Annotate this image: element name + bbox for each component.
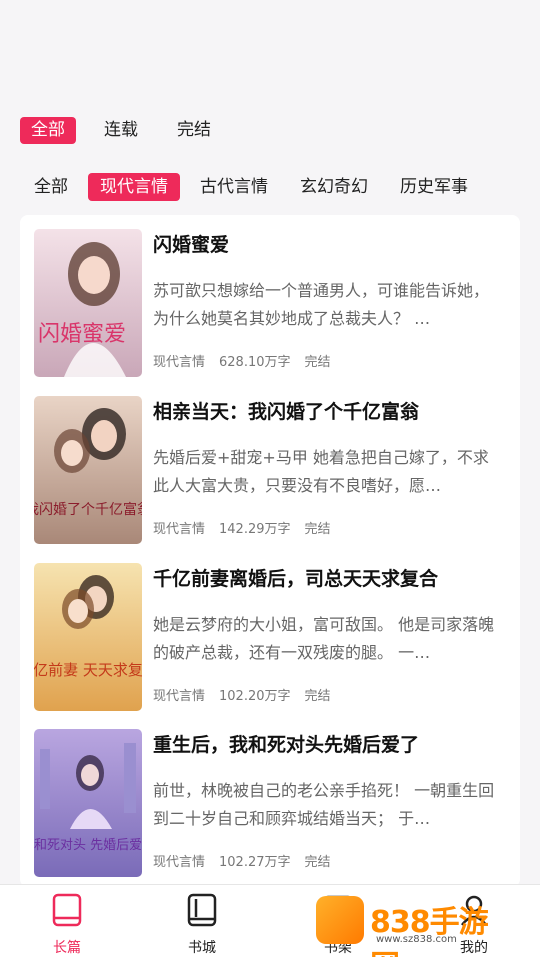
tab-label: 书城 — [188, 940, 216, 956]
book-description: 苏可歆只想嫁给一个普通男人，可谁能告诉她，为什么她莫名其妙地成了总裁夫人？ … — [153, 281, 490, 328]
book-status: 完结 — [304, 855, 331, 870]
book-description: 她是云梦府的大小姐，富可敌国。 他是司家落魄的破产总裁，还有一双残废的腿。 一… — [153, 615, 495, 662]
book-word-count: 102.20万字 — [219, 689, 291, 704]
book-word-count: 142.29万字 — [219, 522, 291, 537]
book-status: 完结 — [304, 522, 331, 537]
book-status: 完结 — [304, 689, 331, 704]
svg-text:闪婚蜜爱: 闪婚蜜爱 — [38, 322, 126, 347]
book-category: 现代言情 — [153, 355, 206, 370]
book-info: 相亲当天：我闪婚了个千亿富翁 先婚后爱+甜宠+马甲 她着急把自己嫁了，不求此人大… — [153, 396, 503, 537]
book-title[interactable]: 重生后，我和死对头先婚后爱了 — [153, 729, 503, 761]
tab-label: 长篇 — [53, 940, 81, 956]
watermark-brand: 838手游网 — [370, 905, 489, 957]
watermark-url: www.sz838.com — [376, 934, 457, 945]
book-word-count: 628.10万字 — [219, 355, 291, 370]
category-tab-ancient-romance[interactable]: 古代言情 — [188, 173, 280, 201]
status-tab-all[interactable]: 全部 — [20, 117, 76, 144]
svg-text:千亿前妻 天天求复合: 千亿前妻 天天求复合 — [34, 661, 142, 679]
book-title[interactable]: 千亿前妻离婚后，司总天天求复合 — [153, 563, 503, 595]
book-info: 千亿前妻离婚后，司总天天求复合 她是云梦府的大小姐，富可敌国。 他是司家落魄的破… — [153, 563, 503, 704]
book-description: 先婚后爱+甜宠+马甲 她着急把自己嫁了，不求此人大富大贵，只要没有不良嗜好，愿… — [153, 448, 489, 495]
book-icon — [52, 893, 82, 927]
category-tab-fantasy[interactable]: 玄幻奇幻 — [288, 173, 380, 201]
tab-novels[interactable]: 长篇 — [27, 893, 107, 957]
category-tab-modern-romance[interactable]: 现代言情 — [88, 173, 180, 201]
category-tab-history-military[interactable]: 历史军事 — [388, 173, 480, 201]
watermark-logo-icon — [316, 896, 364, 944]
book-category: 现代言情 — [153, 855, 206, 870]
page: 全部 连载 完结 全部 现代言情 古代言情 玄幻奇幻 历史军事 闪婚蜜爱 闪婚蜜… — [0, 0, 540, 957]
book-cover[interactable]: 千亿前妻 天天求复合 — [34, 563, 142, 711]
library-icon — [187, 893, 217, 927]
category-tab-all[interactable]: 全部 — [22, 173, 80, 201]
book-meta: 现代言情 102.20万字 完结 — [153, 685, 503, 704]
book-list: 闪婚蜜爱 闪婚蜜爱 苏可歆只想嫁给一个普通男人，可谁能告诉她，为什么她莫名其妙地… — [20, 215, 520, 887]
watermark: 838手游网 www.sz838.com — [316, 894, 516, 957]
status-filter: 全部 连载 完结 — [20, 117, 239, 144]
category-filter: 全部 现代言情 古代言情 玄幻奇幻 历史军事 — [22, 173, 488, 201]
book-item[interactable]: 我和死对头 先婚后爱了 重生后，我和死对头先婚后爱了 前世，林晚被自己的老公亲手… — [34, 729, 514, 879]
book-item[interactable]: 闪婚蜜爱 闪婚蜜爱 苏可歆只想嫁给一个普通男人，可谁能告诉她，为什么她莫名其妙地… — [34, 229, 514, 379]
book-word-count: 102.27万字 — [219, 855, 291, 870]
book-status: 完结 — [304, 355, 331, 370]
book-title[interactable]: 相亲当天：我闪婚了个千亿富翁 — [153, 396, 503, 428]
book-category: 现代言情 — [153, 689, 206, 704]
svg-text:我和死对头 先婚后爱了: 我和死对头 先婚后爱了 — [34, 838, 142, 853]
book-title[interactable]: 闪婚蜜爱 — [153, 229, 503, 261]
book-meta: 现代言情 102.27万字 完结 — [153, 851, 503, 870]
book-meta: 现代言情 628.10万字 完结 — [153, 351, 503, 370]
status-tab-serializing[interactable]: 连载 — [93, 117, 149, 144]
book-info: 闪婚蜜爱 苏可歆只想嫁给一个普通男人，可谁能告诉她，为什么她莫名其妙地成了总裁夫… — [153, 229, 503, 370]
tab-bookstore[interactable]: 书城 — [162, 893, 242, 957]
status-tab-completed[interactable]: 完结 — [166, 117, 222, 144]
book-item[interactable]: 千亿前妻 天天求复合 千亿前妻离婚后，司总天天求复合 她是云梦府的大小姐，富可敌… — [34, 563, 514, 713]
book-info: 重生后，我和死对头先婚后爱了 前世，林晚被自己的老公亲手掐死！ 一朝重生回到二十… — [153, 729, 503, 870]
book-description: 前世，林晚被自己的老公亲手掐死！ 一朝重生回到二十岁自己和顾弈城结婚当天； 于… — [153, 781, 495, 828]
book-item[interactable]: 我闪婚了个千亿富翁 相亲当天：我闪婚了个千亿富翁 先婚后爱+甜宠+马甲 她着急把… — [34, 396, 514, 546]
book-cover[interactable]: 我和死对头 先婚后爱了 — [34, 729, 142, 877]
book-cover[interactable]: 闪婚蜜爱 — [34, 229, 142, 377]
svg-text:我闪婚了个千亿富翁: 我闪婚了个千亿富翁 — [34, 501, 142, 518]
book-category: 现代言情 — [153, 522, 206, 537]
book-cover[interactable]: 我闪婚了个千亿富翁 — [34, 396, 142, 544]
book-meta: 现代言情 142.29万字 完结 — [153, 518, 503, 537]
